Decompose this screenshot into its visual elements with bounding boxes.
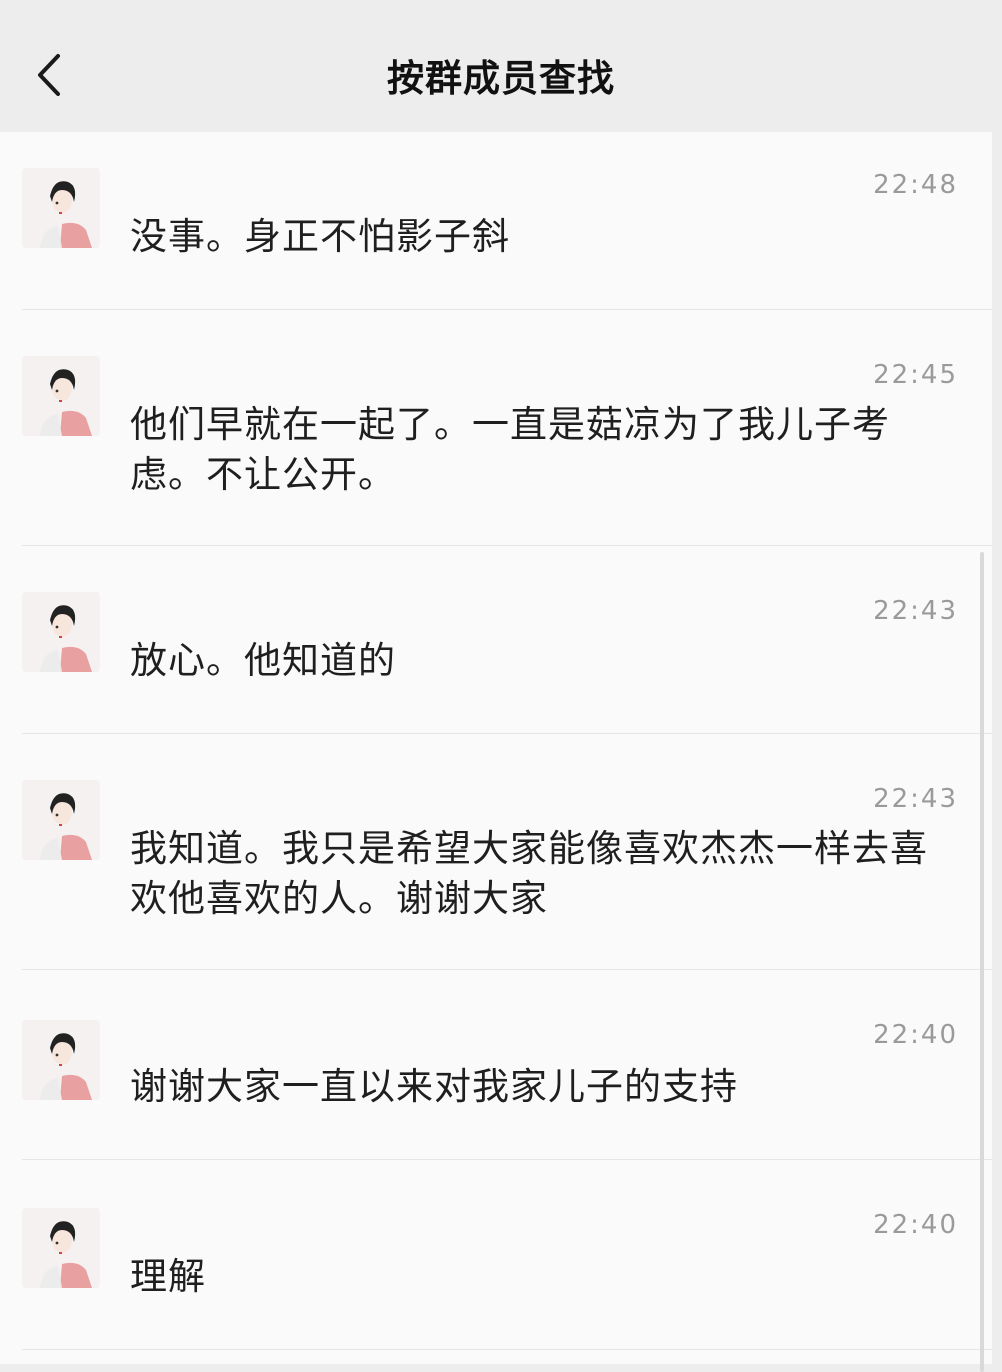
avatar[interactable] [22,356,100,436]
avatar-illustration [22,1208,100,1288]
message-item[interactable]: 22:43 放心。他知道的 [0,546,992,734]
avatar-illustration [22,168,100,248]
message-item[interactable]: 22:45 他们早就在一起了。一直是菇凉为了我儿子考虑。不让公开。 [0,310,992,546]
message-item[interactable]: 22:43 我知道。我只是希望大家能像喜欢杰杰一样去喜欢他喜欢的人。谢谢大家 [0,734,992,970]
scrollbar[interactable] [980,552,984,1372]
message-item[interactable]: 22:48 没事。身正不怕影子斜 [0,132,992,310]
message-time: 22:40 [873,1020,958,1050]
message-time: 22:43 [873,784,958,814]
page-title: 按群成员查找 [387,57,615,100]
avatar[interactable] [22,168,100,248]
message-text: 我知道。我只是希望大家能像喜欢杰杰一样去喜欢他喜欢的人。谢谢大家 [130,827,928,920]
avatar-illustration [22,780,100,860]
top-bar: 按群成员查找 [0,0,1002,130]
avatar-illustration [22,1020,100,1100]
divider [22,1349,992,1350]
message-item[interactable]: 22:40 谢谢大家一直以来对我家儿子的支持 [0,970,992,1160]
message-text: 理解 [130,1255,206,1298]
message-text: 谢谢大家一直以来对我家儿子的支持 [130,1065,738,1108]
message-text: 放心。他知道的 [130,639,396,682]
avatar[interactable] [22,1020,100,1100]
avatar-illustration [22,356,100,436]
message-time: 22:40 [873,1210,958,1240]
message-time: 22:43 [873,596,958,626]
avatar[interactable] [22,780,100,860]
message-text: 他们早就在一起了。一直是菇凉为了我儿子考虑。不让公开。 [130,403,890,496]
avatar[interactable] [22,592,100,672]
avatar-illustration [22,592,100,672]
message-item[interactable]: 22:40 理解 [0,1160,992,1350]
message-time: 22:45 [873,360,958,390]
avatar[interactable] [22,1208,100,1288]
message-list[interactable]: 22:48 没事。身正不怕影子斜 22:45 他们早就在一起了。一直是菇凉为了我… [0,132,992,1372]
message-text: 没事。身正不怕影子斜 [130,215,510,258]
message-time: 22:48 [873,170,958,200]
